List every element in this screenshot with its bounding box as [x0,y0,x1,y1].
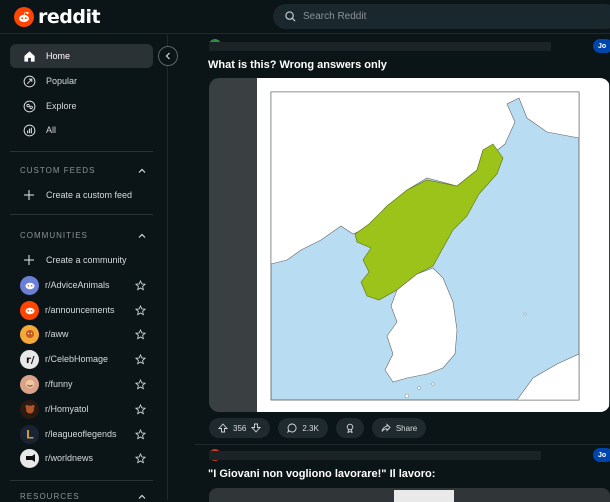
downvote-icon[interactable] [251,423,262,433]
star-icon[interactable] [135,428,146,440]
search-bar[interactable] [273,4,610,29]
post-separator [195,444,610,445]
sidebar-divider [10,480,153,481]
communities-header[interactable]: COMMUNITIES [20,231,146,240]
community-avatar [20,374,39,394]
community-name: r/aww [45,329,69,339]
chevron-up-icon [138,168,146,173]
community-item-funny[interactable]: r/funny [20,374,146,394]
community-name: r/AdviceAnimals [45,280,110,290]
community-item-celebhomage[interactable]: r/ r/CelebHomage [20,349,146,369]
nav-explore-label: Explore [46,101,77,111]
create-community-button[interactable]: Create a community [10,248,153,272]
sidebar-divider [10,214,153,215]
community-name: r/CelebHomage [45,354,109,364]
star-icon[interactable] [135,279,146,291]
korea-map-image [270,91,580,401]
logo-wordmark: reddit [38,6,101,28]
search-icon [283,10,297,24]
community-name: r/announcements [45,305,115,315]
collapse-sidebar-button[interactable] [158,46,178,66]
vote-count: 356 [233,423,247,433]
chevron-up-icon [138,233,146,238]
join-button[interactable]: Jo [593,39,610,53]
chevron-up-icon [138,494,146,499]
community-avatar [20,424,39,444]
community-name: r/leagueoflegends [45,429,117,439]
upvote-icon[interactable] [218,423,228,433]
join-label: Jo [598,42,607,50]
award-button[interactable] [335,418,364,438]
community-avatar [20,399,39,419]
create-custom-feed-label: Create a custom feed [46,190,133,200]
community-item-leagueoflegends[interactable]: r/leagueoflegends [20,424,146,444]
custom-feeds-heading: CUSTOM FEEDS [20,166,96,175]
plus-icon [22,188,36,202]
home-icon [22,49,36,63]
search-input[interactable] [303,11,583,22]
star-icon[interactable] [135,304,146,316]
reddit-logo[interactable]: reddit [14,6,101,28]
star-icon[interactable] [135,403,146,415]
join-label: Jo [598,451,607,459]
post-meta-redacted [209,42,551,51]
nav-all-label: All [46,125,57,135]
post-meta-redacted [209,451,541,460]
community-item-aww[interactable]: r/aww [20,324,146,344]
star-icon[interactable] [135,353,146,365]
nav-home-label: Home [46,51,71,61]
community-avatar [20,324,39,344]
media-thumbnail [394,490,454,502]
nav-explore[interactable]: Explore [10,94,153,118]
community-item-homyatol[interactable]: r/Homyatol [20,399,146,419]
post-actions: 356 2.3K Share [209,418,427,438]
nav-all[interactable]: All [10,118,153,142]
create-custom-feed-button[interactable]: Create a custom feed [10,183,153,207]
comment-count: 2.3K [302,423,319,433]
svg-text:r/: r/ [26,355,35,365]
all-icon [22,123,36,137]
explore-icon [22,99,36,113]
share-label: Share [395,423,418,433]
community-name: r/funny [45,379,73,389]
post-media[interactable] [209,78,610,412]
community-name: r/Homyatol [45,404,89,414]
community-avatar [20,300,39,320]
community-item-announcements[interactable]: r/announcements [20,300,146,320]
post-title[interactable]: What is this? Wrong answers only [208,59,387,71]
post-title[interactable]: "I Giovani non vogliono lavorare!" Il la… [208,468,435,480]
popular-icon [22,74,36,88]
nav-popular[interactable]: Popular [10,69,153,93]
star-icon[interactable] [135,328,146,340]
nav-home[interactable]: Home [10,44,153,68]
create-community-label: Create a community [46,255,127,265]
community-item-adviceanimals[interactable]: r/AdviceAnimals [20,275,146,295]
community-name: r/worldnews [45,453,94,463]
star-icon[interactable] [135,452,146,464]
vote-control[interactable]: 356 [209,418,271,438]
snoo-icon [14,7,34,27]
community-avatar [20,448,39,468]
award-icon [346,423,354,433]
community-item-worldnews[interactable]: r/worldnews [20,448,146,468]
sidebar-divider [10,151,153,152]
join-button[interactable]: Jo [593,448,610,462]
community-avatar: r/ [20,349,39,369]
community-avatar [20,275,39,295]
share-icon [381,423,391,432]
plus-icon [22,253,36,267]
top-bar: reddit [0,0,610,34]
comments-button[interactable]: 2.3K [278,418,328,438]
chevron-left-icon [165,52,170,60]
communities-heading: COMMUNITIES [20,231,88,240]
map-image [257,78,609,412]
custom-feeds-header[interactable]: CUSTOM FEEDS [20,166,146,175]
nav-popular-label: Popular [46,76,78,86]
comment-icon [287,423,297,433]
star-icon[interactable] [135,378,146,390]
share-button[interactable]: Share [371,418,427,438]
